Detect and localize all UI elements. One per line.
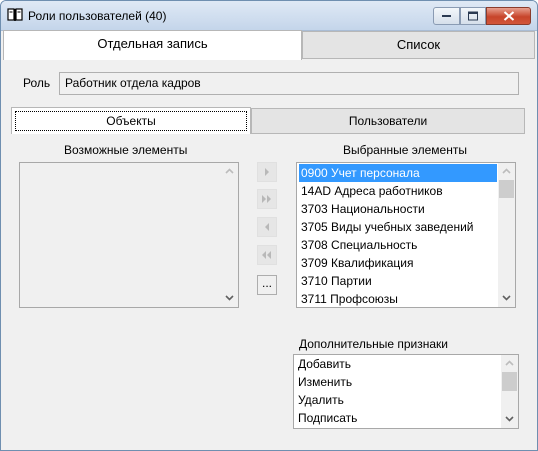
remove-one-button[interactable] — [257, 217, 277, 237]
more-button[interactable]: ... — [257, 275, 277, 295]
arrow-left-icon — [265, 223, 269, 231]
tab-users[interactable]: Пользователи — [251, 108, 525, 134]
scroll-thumb[interactable] — [502, 372, 517, 391]
book-icon — [7, 8, 23, 22]
extra-scrollbar[interactable] — [501, 355, 518, 428]
list-item[interactable]: Добавить — [296, 355, 351, 373]
roles-window: Роли пользователей (40) Отдельная запись… — [0, 0, 538, 451]
list-item[interactable]: 14AD Адреса работников — [299, 182, 443, 200]
available-title: Возможные элементы — [64, 143, 188, 157]
chevron-down-icon — [225, 295, 234, 301]
available-scrollbar[interactable] — [221, 163, 238, 307]
role-field[interactable]: Работник отдела кадров — [59, 72, 519, 95]
chevron-down-icon — [502, 295, 511, 301]
extra-title: Дополнительные признаки — [299, 337, 448, 351]
tab-single-record[interactable]: Отдельная запись — [3, 30, 302, 60]
window-title: Роли пользователей (40) — [28, 9, 167, 23]
list-item[interactable]: 3709 Квалификация — [299, 254, 413, 272]
list-item[interactable]: Удалить — [296, 391, 344, 409]
extra-list[interactable]: Добавить Изменить Удалить Подписать — [293, 354, 519, 429]
scroll-up-button[interactable] — [501, 355, 518, 372]
selected-scrollbar[interactable] — [498, 163, 515, 307]
list-item[interactable]: Изменить — [296, 373, 352, 391]
role-label: Роль — [23, 76, 51, 90]
minimize-icon — [441, 15, 451, 17]
title-bar[interactable]: Роли пользователей (40) — [1, 1, 537, 31]
list-item[interactable]: 3710 Партии — [299, 272, 372, 290]
arrow-right-icon — [265, 168, 269, 176]
remove-all-button[interactable] — [257, 245, 277, 265]
list-item[interactable]: 3705 Виды учебных заведений — [299, 218, 473, 236]
close-icon — [503, 11, 514, 21]
tab-list[interactable]: Список — [302, 31, 535, 59]
chevron-up-icon — [502, 168, 511, 174]
double-arrow-left-icon — [262, 251, 271, 259]
scroll-up-button[interactable] — [498, 163, 515, 180]
chevron-down-icon — [505, 416, 514, 422]
scroll-thumb[interactable] — [499, 180, 514, 198]
scroll-down-button[interactable] — [221, 290, 238, 307]
scroll-down-button[interactable] — [498, 290, 515, 307]
selected-title: Выбранные элементы — [343, 143, 467, 157]
chevron-up-icon — [505, 360, 514, 366]
list-item[interactable]: 3708 Специальность — [299, 236, 417, 254]
maximize-button[interactable] — [460, 7, 486, 25]
list-item[interactable]: Подписать — [296, 409, 357, 427]
list-item[interactable]: 3711 Профсоюзы — [299, 290, 398, 307]
close-button[interactable] — [486, 7, 531, 25]
maximize-icon — [468, 11, 478, 21]
tab-objects[interactable]: Объекты — [11, 107, 251, 134]
add-all-button[interactable] — [257, 189, 277, 209]
scroll-down-button[interactable] — [501, 411, 518, 428]
scroll-up-button[interactable] — [221, 163, 238, 180]
chevron-up-icon — [225, 168, 234, 174]
list-item[interactable]: 3703 Национальности — [299, 200, 425, 218]
selected-list[interactable]: 0900 Учет персонала 14AD Адреса работник… — [296, 162, 516, 308]
double-arrow-right-icon — [262, 195, 271, 203]
tab-objects-label: Объекты — [15, 111, 247, 131]
list-item[interactable]: 0900 Учет персонала — [299, 164, 497, 182]
available-list[interactable] — [19, 162, 239, 308]
minimize-button[interactable] — [433, 7, 460, 25]
add-one-button[interactable] — [257, 162, 277, 182]
